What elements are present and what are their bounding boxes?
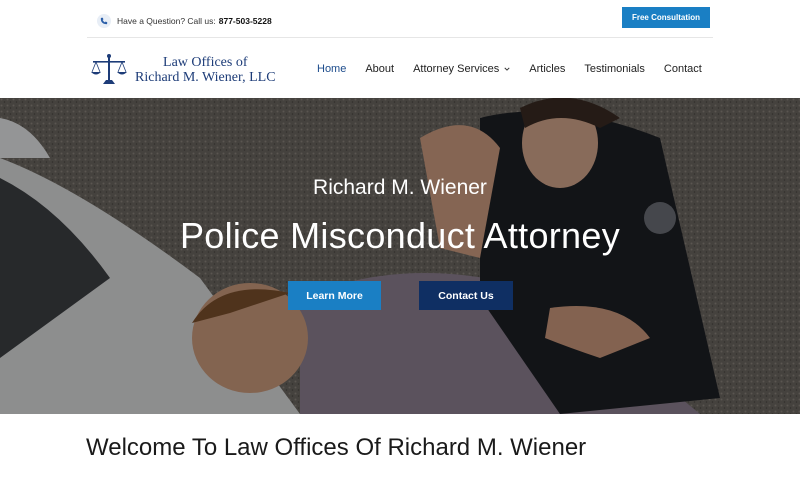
brand-line-1: Law Offices of: [163, 55, 248, 70]
chevron-down-icon: [504, 67, 510, 71]
site-logo[interactable]: Law Offices of Richard M. Wiener, LLC: [89, 53, 276, 87]
phone-number[interactable]: 877-503-5228: [219, 16, 272, 26]
nav-item-testimonials[interactable]: Testimonials: [584, 63, 645, 75]
nav-item-attorney-services[interactable]: Attorney Services: [413, 63, 510, 75]
phone-question-text: Have a Question? Call us:: [117, 16, 216, 26]
hero-subtitle: Richard M. Wiener: [313, 176, 487, 199]
brand-line-2: Richard M. Wiener, LLC: [135, 70, 276, 85]
nav-item-contact[interactable]: Contact: [664, 63, 702, 75]
nav-item-attorney-services-label: Attorney Services: [413, 63, 500, 75]
scales-of-justice-icon: [89, 53, 129, 87]
learn-more-button[interactable]: Learn More: [288, 281, 381, 310]
brand-name: Law Offices of Richard M. Wiener, LLC: [135, 55, 276, 85]
hero-banner: Richard M. Wiener Police Misconduct Atto…: [0, 98, 800, 414]
header-divider: [87, 37, 713, 38]
nav-item-home[interactable]: Home: [317, 63, 346, 75]
nav-item-articles[interactable]: Articles: [529, 63, 565, 75]
top-bar: Have a Question? Call us: 877-503-5228 F…: [0, 0, 800, 38]
contact-us-button[interactable]: Contact Us: [419, 281, 513, 310]
free-consultation-button[interactable]: Free Consultation: [622, 7, 710, 28]
phone-contact[interactable]: Have a Question? Call us: 877-503-5228: [97, 14, 272, 28]
main-nav: Home About Attorney Services Articles Te…: [317, 63, 702, 75]
nav-item-about[interactable]: About: [365, 63, 394, 75]
phone-icon: [97, 14, 111, 28]
welcome-heading: Welcome To Law Offices Of Richard M. Wie…: [86, 434, 587, 461]
hero-title: Police Misconduct Attorney: [179, 215, 620, 256]
